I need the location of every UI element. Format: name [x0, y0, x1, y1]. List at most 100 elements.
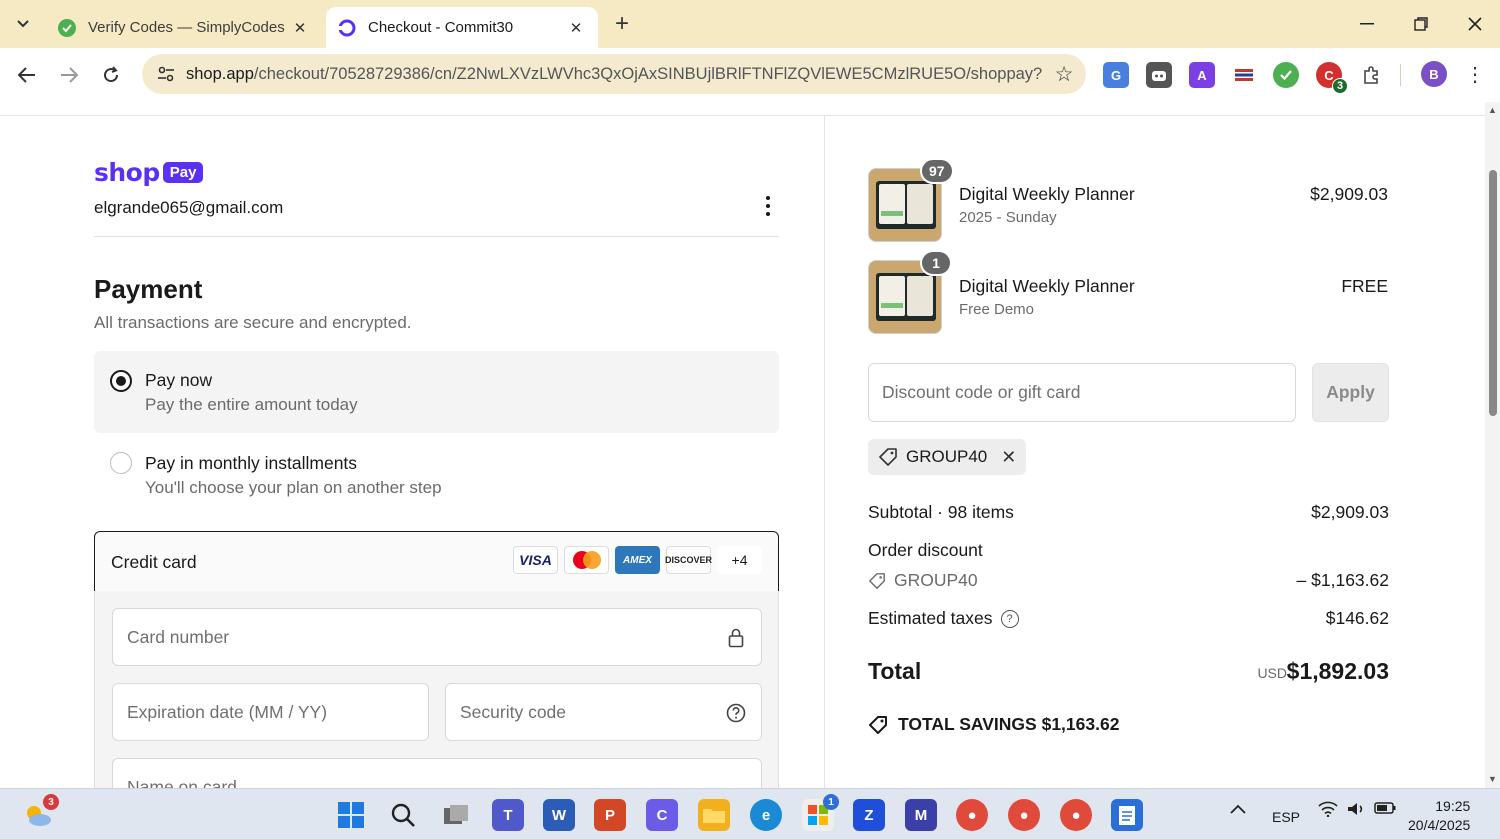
order-discount-row: Order discount: [868, 540, 1389, 561]
name-on-card-field[interactable]: Name on card: [112, 758, 762, 788]
bookmark-star-icon[interactable]: ☆: [1042, 54, 1086, 94]
payment-option-pay-now[interactable]: Pay now Pay the entire amount today: [94, 351, 779, 433]
teams-icon[interactable]: T: [492, 799, 524, 831]
item-name: Digital Weekly Planner: [959, 184, 1135, 204]
file-explorer-icon[interactable]: [698, 799, 730, 831]
simplycodes-icon[interactable]: [1273, 62, 1299, 88]
app-z-icon[interactable]: Z: [853, 799, 885, 831]
tab-checkout[interactable]: Checkout - Commit30 ✕: [326, 7, 598, 48]
minimize-icon: [1360, 23, 1374, 25]
edge-icon[interactable]: e: [750, 799, 782, 831]
account-more-icon[interactable]: [756, 192, 780, 220]
tab-title: Verify Codes — SimplyCodes: [88, 19, 285, 36]
browser-menu-icon[interactable]: ⋮: [1465, 60, 1485, 88]
line-item: 97 Digital Weekly Planner 2025 - Sunday …: [868, 158, 1388, 244]
payment-option-installments[interactable]: Pay in monthly installments You'll choos…: [94, 438, 779, 510]
scroll-down-icon[interactable]: ▼: [1487, 774, 1498, 784]
minimize-button[interactable]: [1352, 10, 1382, 38]
chevron-up-icon[interactable]: [1230, 801, 1246, 817]
account-divider: [94, 236, 779, 237]
item-name: Digital Weekly Planner: [959, 276, 1135, 296]
shop-pay-logo: shop Pay: [94, 158, 204, 187]
radio-pay-now[interactable]: [110, 370, 132, 392]
restore-button[interactable]: [1406, 10, 1436, 38]
quantity-badge: 1: [920, 250, 952, 276]
shop-pay-pill: Pay: [162, 162, 204, 183]
language-indicator[interactable]: ESP: [1272, 809, 1300, 825]
order-discount-label: Order discount: [868, 540, 983, 560]
total-label: Total: [868, 658, 922, 684]
applied-code-label: GROUP40: [906, 447, 988, 466]
option-subtitle: Pay the entire amount today: [145, 395, 358, 414]
battery-icon[interactable]: [1374, 801, 1396, 818]
page-scrollbar[interactable]: ▲ ▼: [1485, 102, 1500, 788]
address-bar[interactable]: shop.app/checkout/70528729386/cn/Z2NwLXV…: [142, 54, 1086, 94]
robot-icon[interactable]: [1146, 62, 1172, 88]
word-icon[interactable]: W: [543, 799, 575, 831]
flag-icon[interactable]: [1231, 62, 1257, 88]
close-icon[interactable]: ✕: [566, 18, 586, 38]
url-host: shop.app: [186, 64, 254, 83]
taxes-row: Estimated taxes? $146.62: [868, 608, 1389, 629]
new-tab-button[interactable]: +: [608, 10, 636, 38]
notepad-icon[interactable]: [1111, 799, 1143, 831]
powerpoint-icon[interactable]: P: [594, 799, 626, 831]
back-button[interactable]: [12, 60, 42, 90]
card-brand-logos: VISA AMEX DISCOVER +4: [513, 546, 762, 574]
volume-icon[interactable]: [1346, 801, 1366, 820]
translate-icon[interactable]: G: [1103, 62, 1129, 88]
microsoft-store-icon[interactable]: 1: [802, 794, 839, 831]
apply-button[interactable]: Apply: [1312, 363, 1389, 422]
shop-pay-word: shop: [94, 158, 160, 187]
site-settings-icon[interactable]: [148, 54, 184, 94]
discount-placeholder: Discount code or gift card: [882, 382, 1081, 402]
taxes-label: Estimated taxes: [868, 608, 993, 628]
tab-search-button[interactable]: [8, 10, 38, 38]
help-icon[interactable]: ?: [1000, 610, 1019, 628]
item-price: $2,909.03: [1310, 184, 1388, 204]
task-view-icon[interactable]: [440, 799, 472, 831]
line-item: 1 Digital Weekly Planner Free Demo FREE: [868, 250, 1388, 336]
wifi-icon[interactable]: [1318, 801, 1338, 820]
weather-icon[interactable]: 3: [22, 794, 59, 831]
help-icon[interactable]: [725, 702, 747, 724]
discount-value: – $1,163.62: [1296, 570, 1389, 590]
tab-simplycodes[interactable]: Verify Codes — SimplyCodes ✕: [46, 7, 322, 48]
letter-a-icon[interactable]: A: [1189, 62, 1215, 88]
microsoft-365-icon[interactable]: M: [905, 799, 937, 831]
tag-icon: [869, 715, 887, 734]
radio-installments[interactable]: [110, 452, 132, 474]
search-icon[interactable]: [387, 799, 419, 831]
close-icon[interactable]: ✕: [290, 18, 310, 38]
url-path: /checkout/70528729386/cn/Z2NwLXVzLWVhc3Q…: [253, 64, 1042, 83]
close-window-button[interactable]: [1460, 10, 1490, 38]
option-subtitle: You'll choose your plan on another step: [145, 478, 442, 497]
total-value: $1,892.03: [1286, 658, 1389, 684]
windows-start-icon[interactable]: [335, 799, 367, 831]
item-price: FREE: [1341, 276, 1388, 296]
security-code-field[interactable]: Security code: [445, 683, 762, 741]
lock-icon: [725, 627, 747, 649]
chrome-profile-icon[interactable]: ●: [1060, 799, 1092, 831]
puzzle-icon[interactable]: [1359, 62, 1385, 88]
discount-code-input[interactable]: Discount code or gift card: [868, 363, 1296, 422]
expiration-field[interactable]: Expiration date (MM / YY): [112, 683, 429, 741]
system-clock[interactable]: 19:25 20/4/2025: [1408, 797, 1470, 835]
scroll-up-icon[interactable]: ▲: [1487, 105, 1498, 115]
subtotal-value: $2,909.03: [1311, 502, 1389, 522]
chrome-icon[interactable]: ●: [956, 799, 988, 831]
clock-date: 20/4/2025: [1408, 817, 1471, 833]
coupon-icon[interactable]: C 3: [1316, 62, 1348, 94]
chrome-profile-icon[interactable]: ●: [1008, 799, 1040, 831]
forward-button[interactable]: [54, 60, 84, 90]
copilot-icon[interactable]: C: [646, 799, 678, 831]
arrow-right-icon: [61, 67, 78, 83]
remove-discount-icon[interactable]: ✕: [1001, 447, 1016, 468]
card-number-field[interactable]: Card number: [112, 608, 762, 666]
expiration-placeholder: Expiration date (MM / YY): [127, 701, 328, 722]
reload-button[interactable]: [96, 60, 126, 90]
avatar[interactable]: B: [1421, 61, 1447, 87]
scrollbar-thumb[interactable]: [1489, 170, 1497, 416]
credit-card-option[interactable]: Credit card VISA AMEX DISCOVER +4: [94, 531, 779, 592]
security-code-placeholder: Security code: [460, 701, 567, 722]
